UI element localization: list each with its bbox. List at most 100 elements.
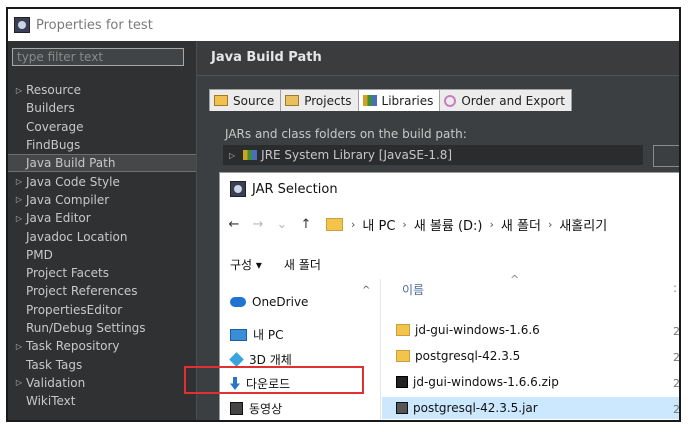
sidebar-item-label: Resource xyxy=(26,83,82,98)
sidebar-item-label: Project References xyxy=(26,284,138,299)
date-cell: 2 xyxy=(673,351,680,364)
sidebar-item[interactable]: Coverage xyxy=(8,118,196,136)
new-folder-button[interactable]: 새 폴더 xyxy=(284,256,321,273)
file-item-postgresql-jar[interactable]: postgresql-42.3.5.jar xyxy=(396,401,538,415)
file-item-jd-gui-zip[interactable]: jd-gui-windows-1.6.6.zip xyxy=(396,375,559,389)
scroll-up-icon[interactable]: ^ xyxy=(362,285,370,296)
expand-icon[interactable]: ▷ xyxy=(229,151,235,160)
sidebar-item-label: WikiText xyxy=(26,394,76,409)
file-list: ^ 이름 : jd-gui-windows-1.6.6 postgresql-4… xyxy=(382,273,680,420)
sidebar-item-label: PropertiesEditor xyxy=(26,302,123,317)
tab-source[interactable]: Source xyxy=(209,89,282,111)
expand-arrow-icon[interactable]: ▷ xyxy=(12,86,26,95)
separator-icon: › xyxy=(351,217,356,231)
column-header-date[interactable]: : xyxy=(673,281,677,295)
tab-label: Source xyxy=(233,93,275,108)
sidebar-item-label: Coverage xyxy=(26,119,84,134)
nav-onedrive[interactable]: OneDrive xyxy=(230,295,308,309)
build-path-caption: JARs and class folders on the build path… xyxy=(225,127,467,141)
date-cell: 2 xyxy=(673,325,680,338)
breadcrumb-my-pc[interactable]: 내 PC xyxy=(362,215,395,234)
sidebar-item[interactable]: WikiText xyxy=(8,392,196,410)
expand-arrow-icon[interactable]: ▷ xyxy=(12,342,26,351)
file-item-postgresql-folder[interactable]: postgresql-42.3.5 xyxy=(396,349,520,363)
organize-button[interactable]: 구성 ▾ xyxy=(230,256,262,273)
nav-label: 동영상 xyxy=(249,402,283,416)
highlight-box xyxy=(184,366,364,394)
dialog-title-bar: JAR Selection xyxy=(220,173,679,205)
filter-input[interactable]: type filter text xyxy=(12,48,184,66)
date-cell: 2 xyxy=(673,403,680,416)
sidebar-item-label: Validation xyxy=(26,375,86,390)
page-header: Java Build Path xyxy=(197,41,679,76)
column-header-name[interactable]: 이름 xyxy=(402,281,424,298)
date-cell: 2 xyxy=(673,377,680,390)
nav-label: OneDrive xyxy=(252,295,309,309)
sidebar-item-label: Project Facets xyxy=(26,266,109,281)
tab-libraries[interactable]: Libraries xyxy=(357,89,441,111)
sidebar-item[interactable]: PropertiesEditor xyxy=(8,301,196,319)
sidebar-item-label: PMD xyxy=(26,247,53,262)
tab-projects[interactable]: Projects xyxy=(280,89,359,111)
expand-arrow-icon[interactable]: ▷ xyxy=(12,378,26,387)
sidebar: type filter text ▷ Resource Builders Covera… xyxy=(8,41,197,420)
window-title: Properties for test xyxy=(36,17,153,33)
nav-this-pc[interactable]: 내 PC xyxy=(230,326,283,343)
sidebar-item[interactable]: Java Build Path xyxy=(8,154,196,173)
breadcrumb-current[interactable]: 새홀리기 xyxy=(559,215,607,234)
nav-label: 내 PC xyxy=(253,328,284,342)
sidebar-item[interactable]: Builders xyxy=(8,99,196,117)
breadcrumb-new-folder[interactable]: 새 폴더 xyxy=(501,215,541,234)
folder-icon xyxy=(396,324,410,336)
sidebar-item[interactable]: ▷ Java Code Style xyxy=(8,172,196,190)
nav-videos[interactable]: 동영상 xyxy=(230,400,282,417)
folder-icon xyxy=(396,350,410,362)
separator-icon: › xyxy=(547,217,553,231)
file-item-jd-gui-folder[interactable]: jd-gui-windows-1.6.6 xyxy=(396,323,540,337)
eclipse-icon xyxy=(14,17,30,33)
dialog-title: JAR Selection xyxy=(252,181,338,197)
up-icon[interactable]: ↑ xyxy=(296,217,316,232)
back-icon[interactable]: ← xyxy=(224,217,244,232)
sidebar-item[interactable]: Project References xyxy=(8,282,196,300)
sidebar-item[interactable]: ▷ Java Editor xyxy=(8,209,196,227)
dialog-toolbar: 구성 ▾ 새 폴더 xyxy=(220,251,679,277)
sidebar-item[interactable]: ▷ Java Compiler xyxy=(8,191,196,209)
tab-label: Projects xyxy=(304,93,352,108)
sidebar-item[interactable]: Run/Debug Settings xyxy=(8,319,196,337)
order-export-icon xyxy=(444,94,457,107)
sidebar-item-label: Java Editor xyxy=(26,211,91,226)
file-name: jd-gui-windows-1.6.6.zip xyxy=(413,375,559,389)
eclipse-icon xyxy=(230,181,246,197)
pane-divider[interactable] xyxy=(380,279,381,420)
property-tree: ▷ Resource Builders Coverage FindBugs Java Bu… xyxy=(8,81,196,410)
jar-icon xyxy=(396,402,408,414)
add-jars-button[interactable] xyxy=(653,145,679,167)
3d-objects-icon xyxy=(229,352,244,367)
sidebar-item[interactable]: ▷ Resource xyxy=(8,81,196,99)
sidebar-item-label: Java Build Path xyxy=(26,156,116,171)
onedrive-icon xyxy=(230,297,246,307)
sidebar-item[interactable]: FindBugs xyxy=(8,136,196,154)
file-name: jd-gui-windows-1.6.6 xyxy=(415,323,540,337)
sidebar-item[interactable]: ▷ Validation xyxy=(8,374,196,392)
sidebar-item[interactable]: Javadoc Location xyxy=(8,227,196,245)
sidebar-item[interactable]: Task Tags xyxy=(8,355,196,373)
expand-arrow-icon[interactable]: ▷ xyxy=(12,177,26,186)
tab-order-export[interactable]: Order and Export xyxy=(439,89,572,111)
sidebar-item[interactable]: ▷ Task Repository xyxy=(8,337,196,355)
expand-arrow-icon[interactable]: ▷ xyxy=(12,195,26,204)
tab-label: Order and Export xyxy=(461,93,565,108)
sidebar-item[interactable]: Project Facets xyxy=(8,264,196,282)
sidebar-item-label: Run/Debug Settings xyxy=(26,321,146,335)
sidebar-item-label: Task Tags xyxy=(26,357,83,372)
source-folder-icon xyxy=(214,95,228,106)
videos-icon xyxy=(230,402,243,415)
sort-caret-icon: ^ xyxy=(510,273,520,286)
sidebar-item[interactable]: PMD xyxy=(8,246,196,264)
forward-icon[interactable]: → xyxy=(248,217,268,232)
recent-dropdown-icon[interactable]: ⌄ xyxy=(272,217,292,232)
expand-arrow-icon[interactable]: ▷ xyxy=(12,214,26,223)
jre-library-row[interactable]: ▷ JRE System Library [JavaSE-1.8] xyxy=(223,145,643,165)
breadcrumb-volume-d[interactable]: 새 볼륨 (D:) xyxy=(414,215,483,234)
